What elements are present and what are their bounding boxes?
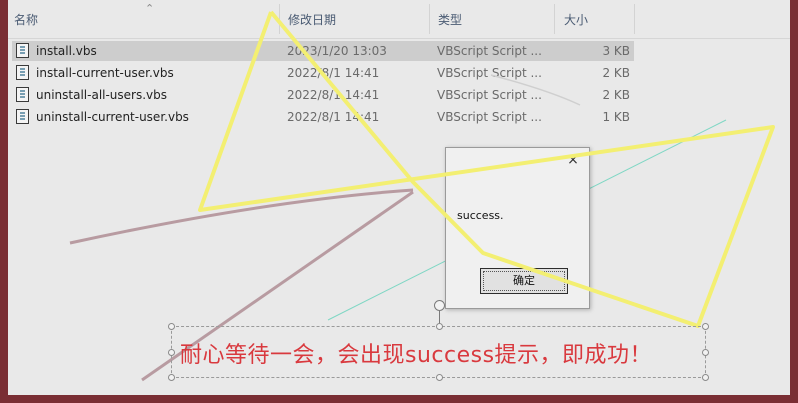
- yellow-scribble: [198, 10, 775, 328]
- resize-handle[interactable]: [436, 374, 443, 381]
- explorer-file-list: 名称 ⌃ 修改日期 类型 大小 install.vbs 2023/1/20 13:…: [8, 0, 790, 395]
- resize-handle[interactable]: [168, 323, 175, 330]
- resize-handle[interactable]: [168, 374, 175, 381]
- rotate-handle[interactable]: [434, 300, 445, 311]
- resize-handle[interactable]: [436, 323, 443, 330]
- resize-handle[interactable]: [702, 349, 709, 356]
- annotation-text: 耐心等待一会，会出现success提示，即成功！: [180, 343, 653, 368]
- resize-handle[interactable]: [168, 349, 175, 356]
- resize-handle[interactable]: [702, 323, 709, 330]
- resize-handle[interactable]: [702, 374, 709, 381]
